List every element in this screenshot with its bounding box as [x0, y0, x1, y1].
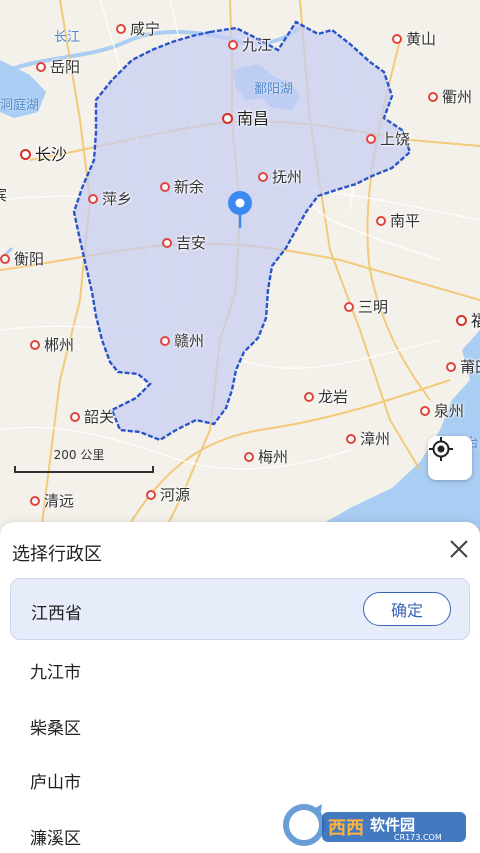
city-label-fuzhou-fj[interactable]: 福	[456, 312, 480, 330]
city-label-jian[interactable]: 吉安	[162, 234, 206, 252]
watermark-logo: 西西 软件园 CR173.COM	[282, 800, 472, 848]
svg-text:软件园: 软件园	[370, 816, 415, 834]
confirm-button[interactable]: 确定	[363, 592, 451, 626]
scale-line	[14, 466, 154, 473]
city-dot-icon	[392, 33, 402, 44]
city-dot-icon	[30, 339, 40, 350]
svg-text:CR173.COM: CR173.COM	[394, 833, 442, 842]
watermark-graphic: 西西 软件园 CR173.COM	[283, 804, 466, 846]
city-label-xinyu[interactable]: 新余	[160, 178, 204, 196]
city-dot-icon	[160, 335, 170, 346]
city-label-shaoguan[interactable]: 韶关	[70, 408, 114, 426]
city-dot-icon	[228, 39, 238, 50]
city-dot-icon	[70, 411, 80, 422]
city-label-jiujiang[interactable]: 九江	[228, 36, 272, 54]
selected-region-row[interactable]: 江西省 确定	[10, 578, 470, 640]
region-option[interactable]: 濂溪区	[30, 824, 81, 849]
locate-button[interactable]	[428, 436, 472, 480]
city-label-qingyuan[interactable]: 清远	[30, 492, 74, 510]
city-dot-icon	[36, 61, 46, 72]
capital-dot-icon	[456, 315, 467, 326]
water-label-yangtze: 长江	[54, 30, 81, 45]
city-dot-icon	[446, 361, 456, 372]
watermark-brand: 西西	[328, 818, 364, 839]
city-dot-icon	[88, 193, 98, 204]
city-label-heyuan[interactable]: 河源	[146, 486, 190, 504]
city-dot-icon	[428, 91, 438, 102]
city-dot-icon	[244, 451, 254, 462]
region-option[interactable]: 九江市	[30, 658, 81, 683]
selected-region-label: 江西省	[31, 604, 82, 624]
city-dot-icon	[116, 23, 126, 34]
region-option[interactable]: 柴桑区	[30, 714, 81, 739]
city-label-ganzhou[interactable]: 赣州	[160, 332, 204, 350]
city-label-yueyang[interactable]: 岳阳	[36, 58, 80, 76]
city-label-nanping[interactable]: 南平	[376, 212, 420, 230]
city-label-quanzhou[interactable]: 泉州	[420, 402, 464, 420]
city-dot-icon	[420, 405, 430, 416]
city-label-changsha[interactable]: 长沙	[20, 146, 67, 164]
city-dot-icon	[376, 215, 386, 226]
sheet-title: 选择行政区	[12, 544, 102, 565]
city-label-sanming[interactable]: 三明	[344, 298, 388, 316]
city-dot-icon	[160, 181, 170, 192]
city-label-nanchang[interactable]: 南昌	[222, 110, 269, 128]
map-view[interactable]: 长江 洞庭湖 鄱阳湖 台 咸宁 九江 黄山 岳阳 衢州 南昌 上饶 长沙 抚州 …	[0, 0, 480, 540]
city-dot-icon	[346, 433, 356, 444]
city-dot-icon	[146, 489, 156, 500]
city-label-fuzhou-jx[interactable]: 抚州	[258, 168, 302, 186]
city-label-hengyang[interactable]: 衡阳	[0, 250, 44, 268]
city-dot-icon	[162, 237, 172, 248]
capital-dot-icon	[222, 113, 233, 124]
city-label-meizhou[interactable]: 梅州	[244, 448, 288, 466]
city-dot-icon	[366, 133, 376, 144]
city-dot-icon	[258, 171, 268, 182]
city-label-longyan[interactable]: 龙岩	[304, 388, 348, 406]
close-icon	[450, 540, 468, 558]
city-label-huangshan[interactable]: 黄山	[392, 30, 436, 48]
region-option[interactable]: 庐山市	[30, 768, 81, 793]
scale-text: 200 公里	[53, 448, 105, 462]
capital-dot-icon	[20, 149, 31, 160]
water-label-dongting: 洞庭湖	[0, 98, 40, 113]
city-label-xianning[interactable]: 咸宁	[116, 20, 160, 38]
city-dot-icon	[304, 391, 314, 402]
city-dot-icon	[0, 253, 10, 264]
city-dot-icon	[344, 301, 354, 312]
city-label-shangrao[interactable]: 上饶	[366, 130, 410, 148]
city-label-zhangzhou[interactable]: 漳州	[346, 430, 390, 448]
crosshair-icon	[429, 437, 453, 461]
close-button[interactable]	[446, 536, 472, 562]
city-dot-icon	[30, 495, 40, 506]
city-label-quzhou[interactable]: 衢州	[428, 88, 472, 106]
city-label-chenzhou[interactable]: 郴州	[30, 336, 74, 354]
water-label-poyang: 鄱阳湖	[254, 82, 294, 97]
city-label-putian[interactable]: 莆田	[446, 358, 480, 376]
scale-bar: 200 公里	[14, 446, 154, 473]
map-edge-label: 宾	[0, 186, 7, 204]
city-label-pingxiang[interactable]: 萍乡	[88, 190, 132, 208]
province-boundary-jiangxi	[72, 20, 412, 442]
